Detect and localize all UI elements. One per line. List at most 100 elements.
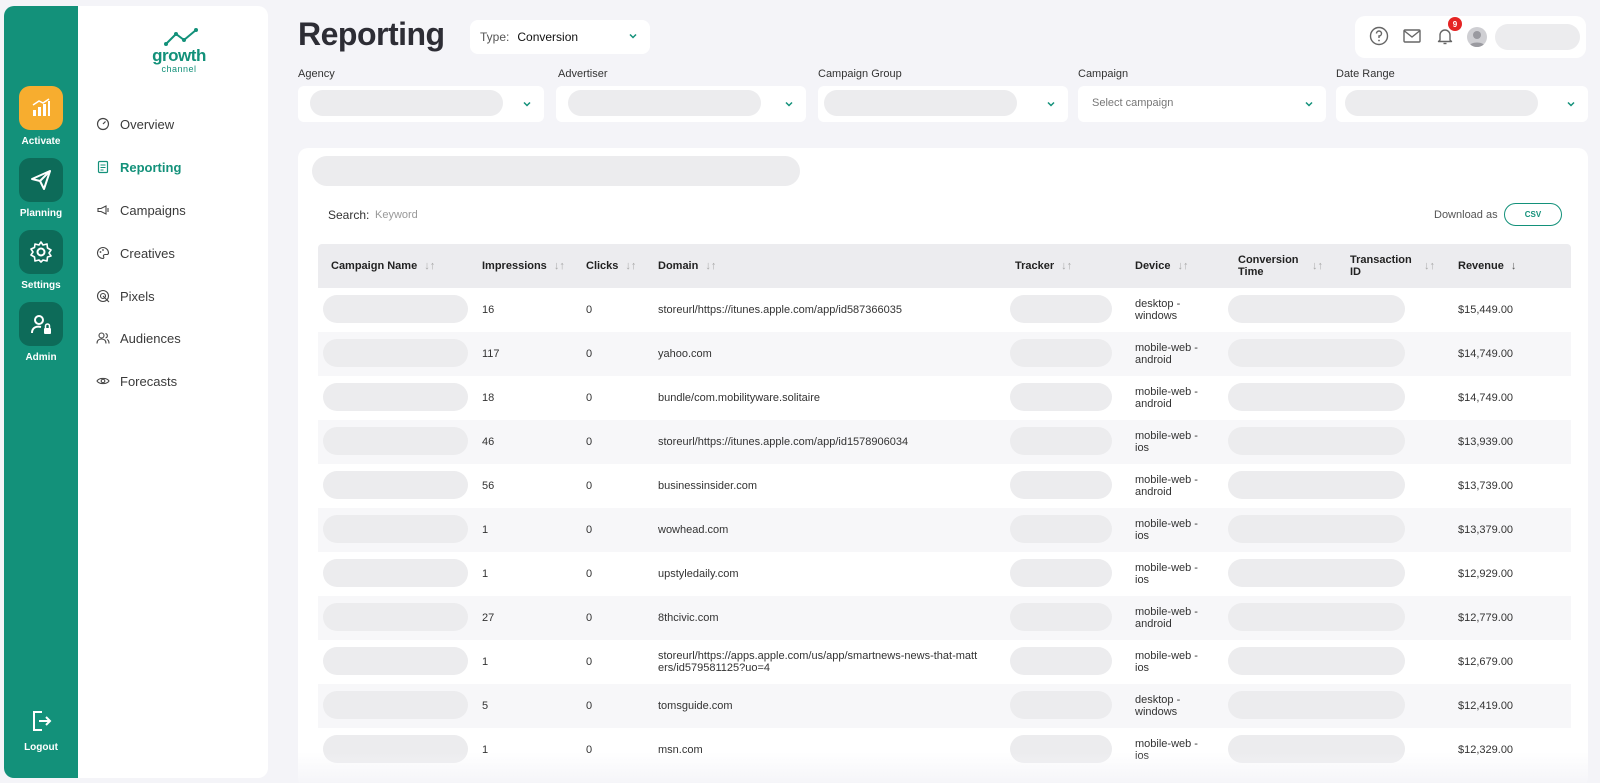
device-cell: mobile-web - android	[1135, 342, 1198, 366]
table-row[interactable]: 56 0 businessinsider.com mobile-web - an…	[318, 464, 1571, 508]
clicks-cell: 0	[586, 656, 593, 668]
chevron-down-icon	[1047, 101, 1055, 107]
date-range-value-placeholder	[1345, 90, 1538, 116]
campaign-select[interactable]: Select campaign	[1078, 86, 1326, 122]
column-campaign-name[interactable]: Campaign Name ↓↑	[331, 244, 435, 288]
search-input[interactable]	[375, 204, 575, 226]
table-row[interactable]: 46 0 storeurl/https://itunes.apple.com/a…	[318, 420, 1571, 464]
revenue-cell: $12,929.00	[1458, 568, 1514, 580]
avatar[interactable]	[1467, 27, 1487, 47]
rail-item-activate[interactable]: Activate	[4, 86, 78, 147]
domain-cell: tomsguide.com	[658, 700, 733, 712]
device-cell: mobile-web - ios	[1135, 738, 1198, 762]
table-row[interactable]: 16 0 storeurl/https://itunes.apple.com/a…	[318, 288, 1571, 332]
logout-button[interactable]: Logout	[4, 706, 78, 753]
table-row[interactable]: 18 0 bundle/com.mobilityware.solitaire m…	[318, 376, 1571, 420]
sidebar-item-creatives[interactable]: Creatives	[96, 243, 175, 263]
paper-plane-icon	[19, 158, 63, 202]
page-title: Reporting	[298, 16, 445, 52]
column-label: Transaction ID	[1350, 254, 1412, 278]
column-device[interactable]: Device ↓↑	[1135, 244, 1188, 288]
rail-item-planning[interactable]: Planning	[4, 158, 78, 219]
domain-cell: businessinsider.com	[658, 480, 758, 492]
user-name-placeholder[interactable]	[1495, 24, 1580, 50]
sort-icon: ↓↑	[1177, 260, 1189, 272]
device-cell: desktop - windows	[1135, 298, 1181, 322]
campaign-select-placeholder: Select campaign	[1092, 97, 1174, 109]
campaign-name-placeholder	[323, 735, 468, 763]
domain-cell: msn.com	[658, 744, 703, 756]
clicks-cell: 0	[586, 568, 593, 580]
tracker-placeholder	[1010, 515, 1112, 543]
tracker-placeholder	[1010, 383, 1112, 411]
column-impressions[interactable]: Impressions ↓↑	[482, 244, 565, 288]
revenue-cell: $15,449.00	[1458, 304, 1514, 316]
device-cell: mobile-web - ios	[1135, 518, 1198, 542]
revenue-cell: $12,419.00	[1458, 700, 1514, 712]
revenue-cell: $14,749.00	[1458, 348, 1514, 360]
chevron-down-icon	[785, 101, 793, 107]
sidebar-item-reporting[interactable]: Reporting	[96, 157, 181, 177]
conversion-transaction-placeholder	[1228, 735, 1405, 763]
column-conversion-time[interactable]: Conversion Time ↓↑	[1238, 244, 1323, 288]
sort-icon: ↓↑	[424, 260, 436, 272]
column-revenue[interactable]: Revenue ↓	[1458, 244, 1516, 288]
sidebar-label-creatives: Creatives	[120, 245, 175, 261]
sidebar-item-pixels[interactable]: Pixels	[96, 286, 155, 306]
rail-item-settings[interactable]: Settings	[4, 230, 78, 291]
campaign-group-select[interactable]	[818, 86, 1068, 122]
sort-desc-icon: ↓	[1510, 260, 1517, 272]
rail-item-admin[interactable]: Admin	[4, 302, 78, 363]
column-label: Domain	[658, 260, 699, 272]
brand-logo[interactable]: growth channel	[144, 26, 214, 78]
conversion-transaction-placeholder	[1228, 603, 1405, 631]
sort-icon: ↓↑	[705, 260, 717, 272]
conversion-transaction-placeholder	[1228, 691, 1405, 719]
date-range-select[interactable]	[1336, 86, 1588, 122]
help-icon[interactable]	[1369, 26, 1389, 46]
column-label: Tracker	[1015, 260, 1055, 272]
domain-cell: storeurl/https://itunes.apple.com/app/id…	[658, 436, 909, 448]
campaign-group-label: Campaign Group	[818, 68, 902, 80]
column-clicks[interactable]: Clicks ↓↑	[586, 244, 636, 288]
sidebar-item-overview[interactable]: Overview	[96, 114, 174, 134]
device-cell: mobile-web - android	[1135, 386, 1198, 410]
campaign-name-placeholder	[323, 691, 468, 719]
tracker-placeholder	[1010, 647, 1112, 675]
sidebar-label-overview: Overview	[120, 116, 175, 132]
rail-label-settings: Settings	[21, 280, 61, 291]
megaphone-icon	[97, 205, 109, 215]
column-transaction-id[interactable]: Transaction ID ↓↑	[1350, 244, 1438, 288]
table-row[interactable]: 117 0 yahoo.com mobile-web - android $14…	[318, 332, 1571, 376]
device-cell: desktop - windows	[1135, 694, 1181, 718]
impressions-cell: 1	[482, 744, 489, 756]
sidebar-item-campaigns[interactable]: Campaigns	[96, 200, 186, 220]
sort-icon: ↓↑	[553, 260, 565, 272]
revenue-cell: $13,379.00	[1458, 524, 1514, 536]
clicks-cell: 0	[586, 700, 593, 712]
trend-line-icon	[164, 28, 198, 46]
chevron-down-icon	[1567, 101, 1575, 107]
table-row[interactable]: 1 0 upstyledaily.com mobile-web - ios $1…	[318, 552, 1571, 596]
sidebar-item-audiences[interactable]: Audiences	[96, 328, 181, 348]
type-select[interactable]: Type: Conversion	[470, 20, 650, 54]
report-icon	[97, 160, 109, 174]
advertiser-select[interactable]	[556, 86, 806, 122]
sidebar-item-forecasts[interactable]: Forecasts	[96, 371, 177, 391]
revenue-cell: $12,779.00	[1458, 612, 1514, 624]
rail-label-planning: Planning	[19, 208, 63, 219]
impressions-cell: 16	[482, 304, 495, 316]
sidebar-label-pixels: Pixels	[120, 288, 155, 304]
device-cell: mobile-web - ios	[1135, 650, 1198, 674]
logo-text: growth	[152, 46, 206, 65]
column-domain[interactable]: Domain ↓↑	[658, 244, 716, 288]
table-row[interactable]: 1 0 wowhead.com mobile-web - ios $13,379…	[318, 508, 1571, 552]
table-row[interactable]: 27 0 8thcivic.com mobile-web - android $…	[318, 596, 1571, 640]
table-row[interactable]: 1 0 storeurl/https://apps.apple.com/us/a…	[318, 640, 1571, 684]
column-tracker[interactable]: Tracker ↓↑	[1015, 244, 1072, 288]
table-row[interactable]: 5 0 tomsguide.com desktop - windows $12,…	[318, 684, 1571, 728]
csv-download-button[interactable]: CSV	[1504, 203, 1562, 226]
agency-select[interactable]	[298, 86, 544, 122]
mail-icon[interactable]	[1402, 26, 1422, 46]
table-row[interactable]: 1 0 msn.com mobile-web - ios $12,329.00	[318, 728, 1571, 772]
